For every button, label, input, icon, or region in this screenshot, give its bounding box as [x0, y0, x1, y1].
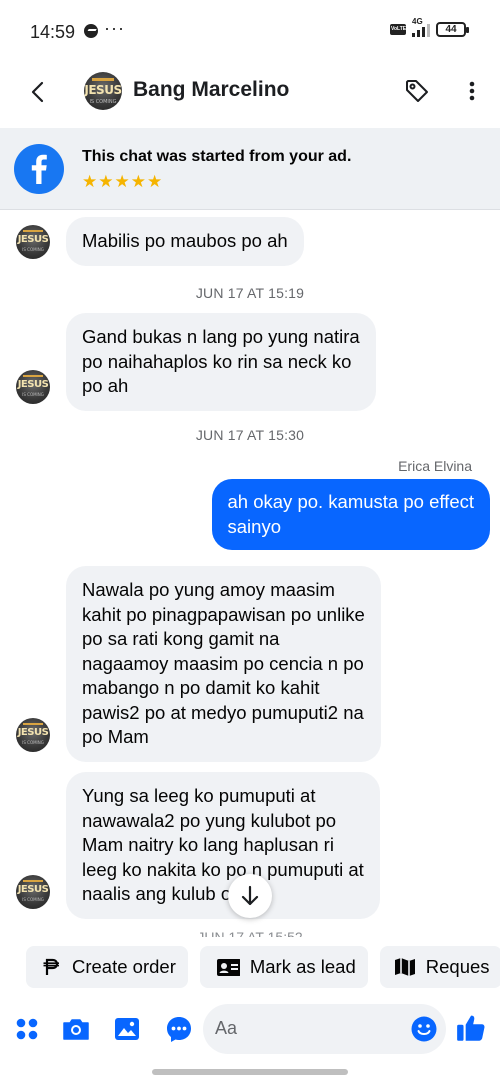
- facebook-icon: [14, 144, 64, 194]
- sender-avatar[interactable]: JESUS IS COMING: [16, 225, 50, 259]
- mark-as-lead-label: Mark as lead: [249, 956, 356, 977]
- gallery-icon[interactable]: [112, 1014, 142, 1044]
- id-card-icon: [216, 959, 240, 976]
- more-options-icon[interactable]: [458, 76, 486, 106]
- status-time: 14:59: [30, 22, 76, 42]
- message-input[interactable]: Aa: [203, 1004, 446, 1054]
- quick-actions: Create order Mark as lead Reques: [26, 946, 500, 988]
- request-button[interactable]: Reques: [379, 946, 500, 988]
- mark-as-lead-button[interactable]: Mark as lead: [199, 946, 368, 988]
- chat-options-icon[interactable]: [164, 1014, 194, 1044]
- scroll-to-bottom-button[interactable]: [228, 874, 272, 918]
- incoming-message[interactable]: Mabilis po maubos po ah: [66, 217, 304, 266]
- create-order-button[interactable]: Create order: [26, 946, 188, 988]
- more-notifications-icon: ···: [104, 18, 125, 38]
- volte-icon: VoLTE: [390, 24, 406, 35]
- chat-header: JESUS IS COMING Bang Marcelino: [0, 60, 500, 124]
- tag-icon[interactable]: [402, 76, 432, 106]
- message-input-placeholder: Aa: [215, 1018, 238, 1038]
- incoming-message[interactable]: Nawala po yung amoy maasim kahit po pina…: [66, 566, 381, 762]
- network-type: 4G: [412, 16, 423, 26]
- contact-name[interactable]: Bang Marcelino: [133, 78, 289, 102]
- signal-icon: 4G: [412, 17, 430, 37]
- message-timestamp: JUN 17 AT 15:19: [195, 285, 305, 301]
- emoji-icon[interactable]: [410, 1015, 438, 1043]
- back-button[interactable]: [22, 76, 54, 108]
- incoming-message[interactable]: Gand bukas n lang po yung natira po naih…: [66, 313, 376, 411]
- peso-icon: [43, 958, 59, 975]
- status-bar: 14:59 ··· VoLTE 4G 44: [0, 0, 500, 60]
- messenger-notification-icon: [84, 24, 98, 38]
- apps-menu-icon[interactable]: [12, 1014, 42, 1044]
- create-order-label: Create order: [72, 956, 176, 977]
- sender-avatar[interactable]: JESUS IS COMING: [16, 875, 50, 909]
- sender-avatar[interactable]: JESUS IS COMING: [16, 718, 50, 752]
- ad-banner-text: This chat was started from your ad.: [82, 148, 352, 165]
- arrow-down-icon: [241, 885, 259, 906]
- ad-origin-banner: This chat was started from your ad. ★★★★…: [0, 128, 500, 210]
- sender-avatar[interactable]: JESUS IS COMING: [16, 370, 50, 404]
- status-indicators: VoLTE 4G 44: [390, 17, 469, 37]
- message-timestamp: JUN 17 AT 15:52: [197, 929, 303, 937]
- incoming-message[interactable]: Yung sa leeg ko pumuputi at nawawala2 po…: [66, 772, 380, 919]
- battery-icon: 44: [436, 22, 469, 37]
- map-icon: [394, 958, 415, 976]
- contact-avatar[interactable]: JESUS IS COMING: [84, 72, 122, 110]
- home-indicator: [152, 1069, 348, 1075]
- sender-name: Erica Elvina: [398, 458, 472, 474]
- rating-stars: ★★★★★: [82, 172, 164, 191]
- message-timestamp: JUN 17 AT 15:30: [195, 427, 305, 443]
- outgoing-message[interactable]: ah okay po. kamusta po effect sainyo: [211, 479, 490, 550]
- camera-icon[interactable]: [61, 1014, 91, 1044]
- message-composer: Aa: [0, 1000, 500, 1058]
- thumbs-up-icon[interactable]: [455, 1012, 487, 1044]
- request-label: Reques: [425, 956, 490, 977]
